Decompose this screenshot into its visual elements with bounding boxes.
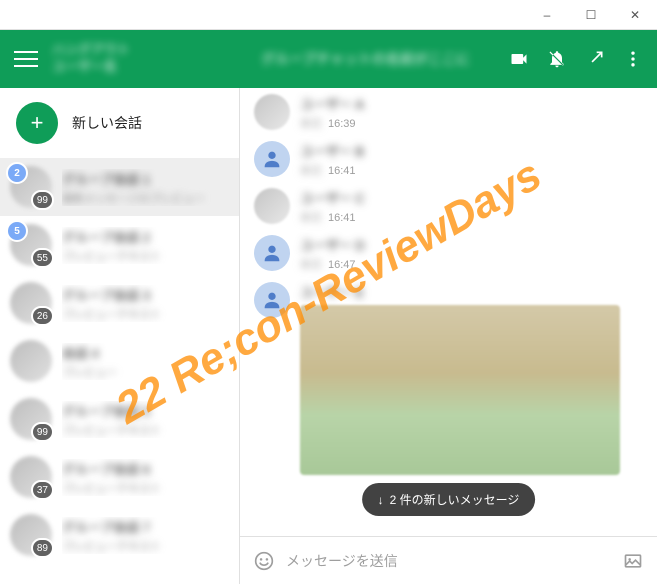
conversation-preview: プレビューテキスト — [62, 538, 229, 554]
member-count-badge: 99 — [31, 190, 54, 210]
message-body: ユーザー E — [300, 282, 643, 475]
message-time: 16:47 — [328, 259, 356, 271]
popout-icon[interactable] — [585, 49, 605, 69]
message-time: 16:39 — [328, 118, 356, 130]
message-sender: ユーザー D — [300, 235, 643, 254]
conversation-name: グループ会話 2 — [62, 227, 229, 246]
plus-icon: + — [16, 102, 58, 144]
conversation-name: グループ会話 1 — [62, 169, 229, 188]
conversation-avatar — [10, 340, 52, 382]
message-time: 16:41 — [328, 165, 356, 177]
conversation-item[interactable]: 2 99 グループ会話 1 最新メッセージのプレビュー — [0, 158, 239, 216]
conversation-text: グループ会話 3 プレビューテキスト — [62, 285, 229, 322]
message-image[interactable] — [300, 305, 620, 475]
conversation-item[interactable]: 会話 4 プレビュー — [0, 332, 239, 390]
message-sender: ユーザー E — [300, 282, 643, 301]
emoji-icon[interactable] — [254, 551, 274, 571]
chat-title: グループチャットの名前がここに — [222, 49, 509, 69]
conversation-preview: 最新メッセージのプレビュー — [62, 190, 229, 206]
member-count-badge: 55 — [31, 248, 54, 268]
conversation-list: 2 99 グループ会話 1 最新メッセージのプレビュー 5 55 グループ会話 … — [0, 158, 239, 564]
conversation-item[interactable]: 37 グループ会話 6 プレビューテキスト — [0, 448, 239, 506]
composer — [240, 536, 657, 584]
conversation-avatar: 99 — [10, 398, 52, 440]
message-avatar — [254, 94, 290, 130]
conversation-avatar: 89 — [10, 514, 52, 556]
more-icon[interactable] — [623, 49, 643, 69]
conversation-name: グループ会話 7 — [62, 517, 229, 536]
message: ユーザー A 本文16:39 — [254, 94, 643, 131]
message-sender: ユーザー B — [300, 141, 643, 160]
conversation-text: グループ会話 6 プレビューテキスト — [62, 459, 229, 496]
message-body: ユーザー C 本文16:41 — [300, 188, 643, 225]
header-actions — [509, 49, 647, 69]
conversation-text: グループ会話 7 プレビューテキスト — [62, 517, 229, 554]
conversation-item[interactable]: 89 グループ会話 7 プレビューテキスト — [0, 506, 239, 564]
message: ユーザー D 本文16:47 — [254, 235, 643, 272]
new-conversation-button[interactable]: + 新しい会話 — [0, 88, 239, 158]
message-input[interactable] — [286, 553, 611, 569]
member-count-badge: 89 — [31, 538, 54, 558]
message-meta: 本文16:39 — [300, 115, 643, 131]
message-sender: ユーザー A — [300, 94, 643, 113]
conversation-name: 会話 4 — [62, 343, 229, 362]
new-conversation-label: 新しい会話 — [72, 113, 142, 133]
conversation-preview: プレビューテキスト — [62, 480, 229, 496]
conversation-item[interactable]: 99 グループ会話 5 プレビューテキスト — [0, 390, 239, 448]
conversation-name: グループ会話 3 — [62, 285, 229, 304]
conversation-name: グループ会話 5 — [62, 401, 229, 420]
conversation-text: グループ会話 1 最新メッセージのプレビュー — [62, 169, 229, 206]
member-count-badge: 37 — [31, 480, 54, 500]
conversation-preview: プレビューテキスト — [62, 422, 229, 438]
window-maximize-button[interactable]: ☐ — [569, 0, 613, 30]
message-avatar — [254, 235, 290, 271]
message-avatar — [254, 141, 290, 177]
conversation-avatar: 26 — [10, 282, 52, 324]
conversation-preview: プレビューテキスト — [62, 306, 229, 322]
message-avatar — [254, 282, 290, 318]
message-meta: 本文16:41 — [300, 162, 643, 178]
conversation-item[interactable]: 5 55 グループ会話 2 プレビューテキスト — [0, 216, 239, 274]
video-call-icon[interactable] — [509, 49, 529, 69]
conversation-item[interactable]: 26 グループ会話 3 プレビューテキスト — [0, 274, 239, 332]
message-sender: ユーザー C — [300, 188, 643, 207]
window-close-button[interactable]: ✕ — [613, 0, 657, 30]
conversation-text: グループ会話 5 プレビューテキスト — [62, 401, 229, 438]
chat-pane: ユーザー A 本文16:39 ユーザー B 本文16:41 ユーザー C 本文1… — [240, 88, 657, 584]
message: ユーザー C 本文16:41 — [254, 188, 643, 225]
unread-badge: 5 — [6, 220, 28, 242]
conversation-avatar: 2 99 — [10, 166, 52, 208]
conversation-text: 会話 4 プレビュー — [62, 343, 229, 380]
member-count-badge: 26 — [31, 306, 54, 326]
menu-icon[interactable] — [14, 47, 38, 71]
message: ユーザー B 本文16:41 — [254, 141, 643, 178]
message-body: ユーザー D 本文16:47 — [300, 235, 643, 272]
conversation-avatar: 5 55 — [10, 224, 52, 266]
conversation-avatar: 37 — [10, 456, 52, 498]
conversation-preview: プレビュー — [62, 364, 229, 380]
message-meta: 本文16:47 — [300, 256, 643, 272]
conversation-text: グループ会話 2 プレビューテキスト — [62, 227, 229, 264]
window-minimize-button[interactable]: – — [525, 0, 569, 30]
window-titlebar: – ☐ ✕ — [0, 0, 657, 30]
message-time: 16:41 — [328, 212, 356, 224]
conversation-preview: プレビューテキスト — [62, 248, 229, 264]
image-icon[interactable] — [623, 551, 643, 571]
member-count-badge: 99 — [31, 422, 54, 442]
unread-badge: 2 — [6, 162, 28, 184]
sidebar: + 新しい会話 2 99 グループ会話 1 最新メッセージのプレビュー 5 55… — [0, 88, 240, 584]
conversation-name: グループ会話 6 — [62, 459, 229, 478]
arrow-down-icon: ↓ — [378, 493, 384, 507]
mute-icon[interactable] — [547, 49, 567, 69]
message-list[interactable]: ユーザー A 本文16:39 ユーザー B 本文16:41 ユーザー C 本文1… — [240, 88, 657, 536]
message: ユーザー E — [254, 282, 643, 475]
message-body: ユーザー A 本文16:39 — [300, 94, 643, 131]
new-messages-label: 2 件の新しいメッセージ — [390, 491, 520, 508]
new-messages-pill[interactable]: ↓ 2 件の新しいメッセージ — [362, 483, 536, 516]
message-avatar — [254, 188, 290, 224]
app-header: ハングアウト ユーザー名 グループチャットの名前がここに — [0, 30, 657, 88]
app-title: ハングアウト ユーザー名 — [52, 42, 222, 76]
message-body: ユーザー B 本文16:41 — [300, 141, 643, 178]
message-meta: 本文16:41 — [300, 209, 643, 225]
